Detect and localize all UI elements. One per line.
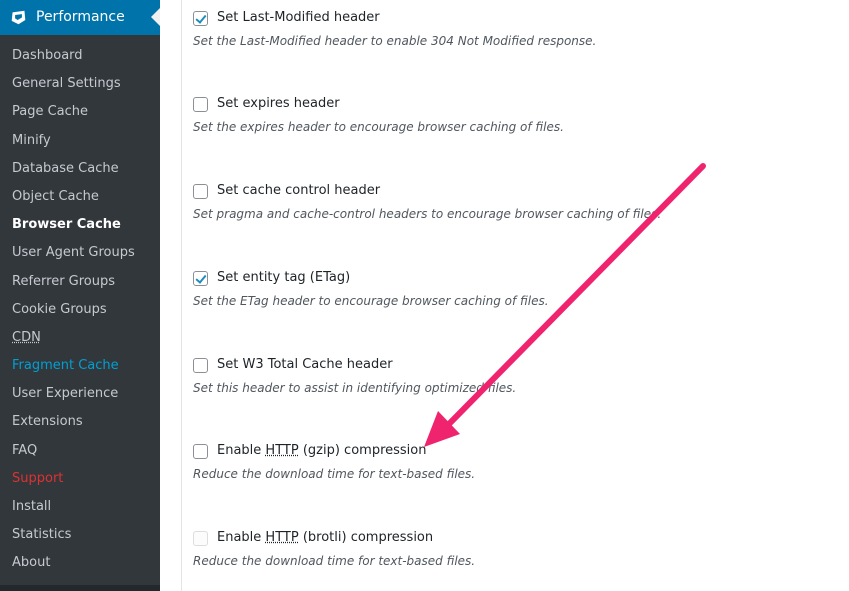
sidebar-item-install[interactable]: Install bbox=[0, 493, 160, 521]
sidebar-item-about[interactable]: About bbox=[0, 549, 160, 577]
brotli-label-suffix: (brotli) compression bbox=[298, 530, 434, 545]
gzip-label[interactable]: Enable HTTP (gzip) compression bbox=[217, 442, 426, 460]
brotli-label-prefix: Enable bbox=[217, 530, 266, 545]
cache-control-description: Set pragma and cache-control headers to … bbox=[193, 207, 662, 221]
sidebar-item-user-agent-groups[interactable]: User Agent Groups bbox=[0, 239, 160, 267]
sidebar-item-label: Object Cache bbox=[12, 188, 99, 204]
http-abbreviation: HTTP bbox=[265, 443, 299, 458]
http-abbreviation: HTTP bbox=[265, 530, 299, 545]
brotli-label[interactable]: Enable HTTP (brotli) compression bbox=[217, 529, 433, 547]
sidebar-item-label: Fragment Cache bbox=[12, 358, 119, 374]
sidebar-item-referrer-groups[interactable]: Referrer Groups bbox=[0, 268, 160, 296]
w3tc-header-description: Set this header to assist in identifying… bbox=[193, 381, 517, 395]
sidebar-item-faq[interactable]: FAQ bbox=[0, 437, 160, 465]
etag-checkbox[interactable] bbox=[193, 271, 208, 286]
sidebar-item-label: Dashboard bbox=[12, 48, 83, 63]
sidebar-item-label: About bbox=[12, 555, 51, 571]
w3tc-header-checkbox[interactable] bbox=[193, 358, 208, 373]
sidebar-item-label: User Experience bbox=[12, 386, 119, 402]
admin-sidebar: Performance Dashboard General Settings P… bbox=[0, 0, 160, 591]
expires-header-checkbox[interactable] bbox=[193, 97, 208, 112]
sidebar-item-label: Page Cache bbox=[12, 104, 89, 120]
sidebar-item-label: Minify bbox=[12, 132, 51, 148]
sidebar-item-label: User Agent Groups bbox=[12, 245, 135, 261]
w3tc-header-label[interactable]: Set W3 Total Cache header bbox=[217, 356, 393, 374]
sidebar-item-fragment-cache[interactable]: Fragment Cache bbox=[0, 352, 160, 380]
sidebar-item-user-experience[interactable]: User Experience bbox=[0, 380, 160, 408]
sidebar-item-support[interactable]: Support bbox=[0, 465, 160, 493]
sidebar-item-minify[interactable]: Minify bbox=[0, 127, 160, 155]
sidebar-item-cdn[interactable]: CDN bbox=[0, 324, 160, 352]
sidebar-item-label: Referrer Groups bbox=[12, 273, 116, 289]
gzip-label-prefix: Enable bbox=[217, 443, 266, 458]
sidebar-item-extensions[interactable]: Extensions bbox=[0, 408, 160, 436]
sidebar-item-database-cache[interactable]: Database Cache bbox=[0, 155, 160, 183]
sidebar-header-title: Performance bbox=[36, 9, 125, 25]
brotli-checkbox[interactable] bbox=[193, 531, 208, 546]
sidebar-performance-header[interactable]: Performance bbox=[0, 0, 160, 35]
sidebar-item-label: FAQ bbox=[12, 442, 38, 458]
sidebar-item-dashboard[interactable]: Dashboard bbox=[0, 42, 160, 70]
expires-header-description: Set the expires header to encourage brow… bbox=[193, 120, 564, 134]
last-modified-label[interactable]: Set Last-Modified header bbox=[217, 9, 380, 27]
sidebar-menu: Dashboard General Settings Page Cache Mi… bbox=[0, 42, 160, 578]
sidebar-item-page-cache[interactable]: Page Cache bbox=[0, 98, 160, 126]
cache-control-label[interactable]: Set cache control header bbox=[217, 182, 380, 200]
sidebar-item-label: Extensions bbox=[12, 414, 83, 430]
gzip-label-suffix: (gzip) compression bbox=[298, 443, 427, 458]
sidebar-item-object-cache[interactable]: Object Cache bbox=[0, 183, 160, 211]
cache-control-checkbox[interactable] bbox=[193, 184, 208, 199]
current-menu-pointer bbox=[151, 8, 160, 26]
etag-description: Set the ETag header to encourage browser… bbox=[193, 294, 549, 308]
sidebar-item-label: CDN bbox=[12, 329, 41, 345]
gzip-checkbox[interactable] bbox=[193, 444, 208, 459]
w3tc-logo-icon bbox=[11, 10, 26, 25]
sidebar-footer-strip bbox=[0, 585, 160, 591]
sidebar-item-browser-cache[interactable]: Browser Cache bbox=[0, 211, 160, 239]
sidebar-item-label: Browser Cache bbox=[12, 217, 121, 233]
sidebar-item-label: Install bbox=[12, 499, 52, 514]
sidebar-item-label: Support bbox=[12, 470, 64, 486]
etag-label[interactable]: Set entity tag (ETag) bbox=[217, 269, 350, 287]
sidebar-item-statistics[interactable]: Statistics bbox=[0, 521, 160, 549]
expires-header-label[interactable]: Set expires header bbox=[217, 95, 340, 113]
gzip-description: Reduce the download time for text-based … bbox=[193, 467, 476, 481]
sidebar-item-general-settings[interactable]: General Settings bbox=[0, 70, 160, 98]
brotli-description: Reduce the download time for text-based … bbox=[193, 554, 476, 568]
sidebar-item-label: Cookie Groups bbox=[12, 301, 107, 317]
sidebar-item-cookie-groups[interactable]: Cookie Groups bbox=[0, 296, 160, 324]
sidebar-item-label: Database Cache bbox=[12, 160, 119, 176]
sidebar-item-label: Statistics bbox=[12, 527, 72, 543]
sidebar-item-label: General Settings bbox=[12, 76, 121, 92]
last-modified-checkbox[interactable] bbox=[193, 11, 208, 26]
browser-cache-settings: Set Last-Modified header Set the Last-Mo… bbox=[182, 0, 849, 591]
last-modified-description: Set the Last-Modified header to enable 3… bbox=[193, 34, 597, 48]
